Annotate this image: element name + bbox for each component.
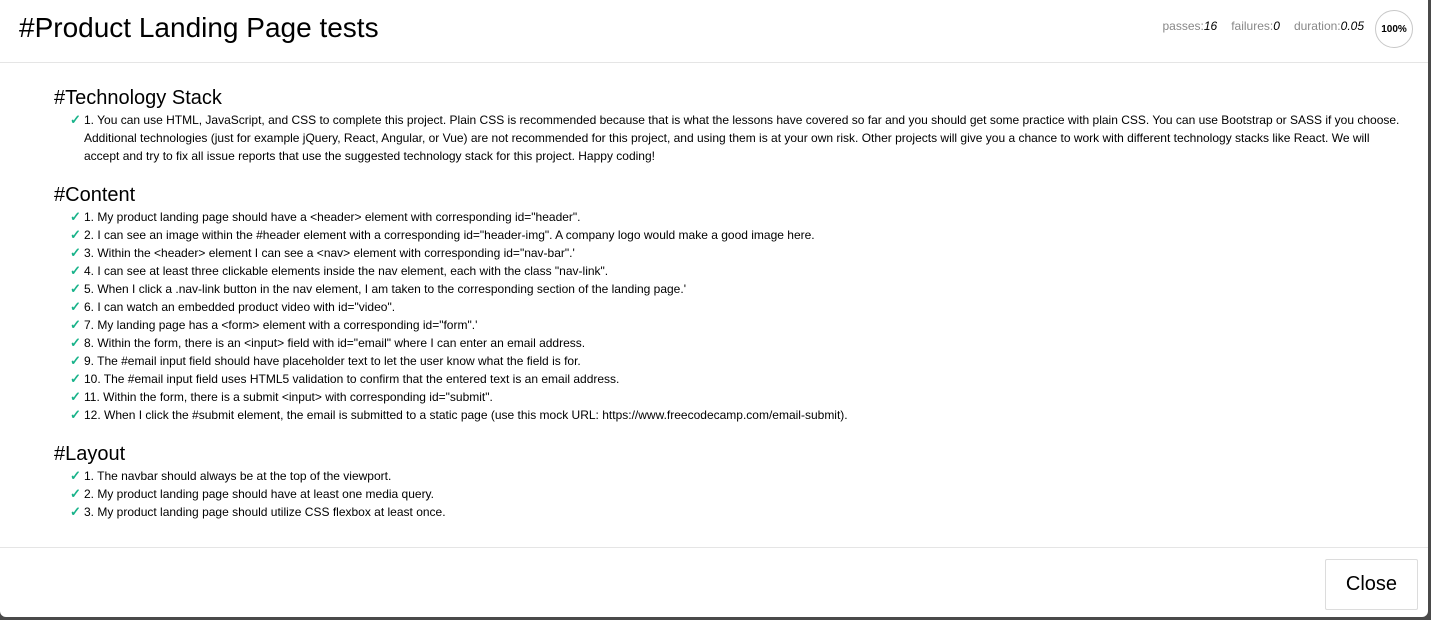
test-item: ✓ 12. When I click the #submit element, t… [70, 406, 1400, 424]
failures-label: failures: [1231, 19, 1274, 33]
test-item: ✓ 9. The #email input field should have p… [70, 352, 1400, 370]
test-description: 9. The #email input field should have pl… [84, 354, 581, 368]
test-suite: #Content ✓ 1. My product landing page shou… [54, 182, 1428, 424]
test-description: 12. When I click the #submit element, th… [84, 408, 848, 422]
test-description: 2. My product landing page should have a… [84, 487, 435, 501]
test-description: 6. I can watch an embedded product video… [84, 300, 396, 314]
test-description: 1. The navbar should always be at the to… [84, 469, 392, 483]
test-list: ✓ 1. The navbar should always be at the t… [54, 467, 1428, 521]
check-icon: ✓ [70, 389, 81, 404]
suite-title: #Content [54, 184, 136, 206]
test-item: ✓ 6. I can watch an embedded product vide… [70, 298, 1400, 316]
test-description: 7. My landing page has a <form> element … [84, 318, 478, 332]
test-stats: passes:16 failures:0 duration:0.05 [1163, 19, 1365, 33]
progress-percent: 100% [1381, 23, 1407, 35]
test-item: ✓ 8. Within the form, there is an <input>… [70, 334, 1400, 352]
test-item: ✓ 5. When I click a .nav-link button in t… [70, 280, 1400, 298]
passes-value: 16 [1203, 19, 1218, 33]
suite-title: #Technology Stack [54, 87, 222, 109]
duration-label: duration: [1293, 19, 1341, 33]
check-icon: ✓ [70, 263, 81, 278]
check-icon: ✓ [70, 407, 81, 422]
modal-body[interactable]: #Technology Stack ✓ 1. You can use HTML, J… [0, 63, 1428, 547]
test-item: ✓ 2. I can see an image within the #heade… [70, 226, 1400, 244]
test-item: ✓ 7. My landing page has a <form> element… [70, 316, 1400, 334]
check-icon: ✓ [70, 486, 81, 501]
test-description: 11. Within the form, there is a submit <… [84, 390, 493, 404]
test-description: 4. I can see at least three clickable el… [84, 264, 609, 278]
test-item: ✓ 11. Within the form, there is a submit … [70, 388, 1400, 406]
test-item: ✓ 1. The navbar should always be at the t… [70, 467, 1400, 485]
test-item: ✓ 3. My product landing page should utili… [70, 503, 1400, 521]
check-icon: ✓ [70, 504, 81, 519]
suites-container: #Technology Stack ✓ 1. You can use HTML, J… [0, 85, 1428, 521]
modal-header: #Product Landing Page tests passes:16 fa… [0, 0, 1428, 63]
test-list: ✓ 1. You can use HTML, JavaScript, and CS… [54, 111, 1428, 165]
test-item: ✓ 1. You can use HTML, JavaScript, and CS… [70, 111, 1400, 165]
test-description: 1. My product landing page should have a… [84, 210, 581, 224]
test-suite: #Layout ✓ 1. The navbar should always be a… [54, 441, 1428, 521]
test-item: ✓ 3. Within the <header> element I can se… [70, 244, 1400, 262]
test-results-modal: #Product Landing Page tests passes:16 fa… [0, 0, 1428, 617]
test-description: 3. My product landing page should utiliz… [84, 505, 446, 519]
check-icon: ✓ [70, 468, 81, 483]
test-item: ✓ 10. The #email input field uses HTML5 v… [70, 370, 1400, 388]
test-description: 8. Within the form, there is an <input> … [84, 336, 586, 350]
failures-stat: failures:0 [1231, 19, 1280, 33]
failures-value: 0 [1273, 19, 1280, 33]
check-icon: ✓ [70, 299, 81, 314]
check-icon: ✓ [70, 112, 81, 127]
test-description: 10. The #email input field uses HTML5 va… [84, 372, 620, 386]
passes-stat: passes:16 [1163, 19, 1218, 33]
test-description: 3. Within the <header> element I can see… [84, 246, 575, 260]
test-description: 5. When I click a .nav-link button in th… [84, 282, 686, 296]
modal-title: #Product Landing Page tests [19, 12, 379, 43]
check-icon: ✓ [70, 335, 81, 350]
check-icon: ✓ [70, 353, 81, 368]
check-icon: ✓ [70, 371, 81, 386]
progress-ring: 100% [1375, 10, 1413, 48]
check-icon: ✓ [70, 281, 81, 296]
test-list: ✓ 1. My product landing page should have … [54, 208, 1428, 424]
check-icon: ✓ [70, 317, 81, 332]
test-item: ✓ 1. My product landing page should have … [70, 208, 1400, 226]
modal-footer: Close [0, 547, 1428, 617]
test-description: 1. You can use HTML, JavaScript, and CSS… [84, 113, 1400, 163]
suite-title: #Layout [54, 443, 126, 465]
duration-value: 0.05 [1340, 19, 1364, 33]
duration-stat: duration:0.05 [1294, 19, 1364, 33]
test-suite: #Technology Stack ✓ 1. You can use HTML, J… [54, 85, 1428, 165]
check-icon: ✓ [70, 227, 81, 242]
test-item: ✓ 4. I can see at least three clickable e… [70, 262, 1400, 280]
passes-label: passes: [1162, 19, 1204, 33]
close-button[interactable]: Close [1325, 559, 1418, 610]
test-item: ✓ 2. My product landing page should have … [70, 485, 1400, 503]
check-icon: ✓ [70, 209, 81, 224]
check-icon: ✓ [70, 245, 81, 260]
test-description: 2. I can see an image within the #header… [84, 228, 815, 242]
